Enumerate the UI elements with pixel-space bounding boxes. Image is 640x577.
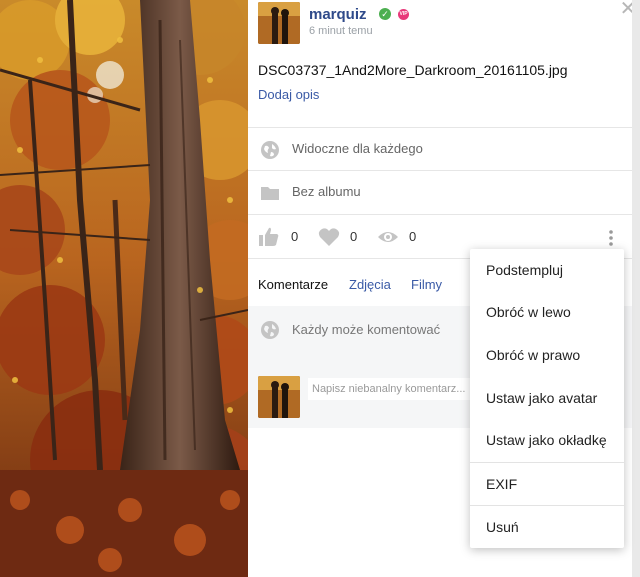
visibility-label: Widoczne dla każdego	[292, 141, 423, 156]
globe-icon	[261, 321, 279, 339]
menu-item-label: Usuń	[486, 519, 519, 535]
tab-videos[interactable]: Filmy	[411, 277, 442, 292]
more-vertical-icon[interactable]	[608, 228, 614, 248]
thumbs-up-icon[interactable]	[258, 226, 280, 248]
photo-view[interactable]	[0, 0, 248, 577]
likes-count: 0	[291, 229, 299, 244]
visibility-row[interactable]: Widoczne dla każdego	[248, 127, 632, 171]
menu-item-label: EXIF	[486, 476, 518, 492]
avatar	[258, 376, 300, 418]
avatar[interactable]	[258, 2, 300, 44]
panel-edge	[632, 0, 640, 577]
check-circle-icon: ✓	[379, 8, 391, 20]
comment-input[interactable]	[308, 378, 478, 400]
add-description-link[interactable]: Dodaj opis	[258, 87, 319, 102]
comment-permission-label: Każdy może komentować	[292, 322, 441, 337]
menu-item-label: Ustaw jako avatar	[486, 390, 598, 406]
photo-filename: DSC03737_1And2More_Darkroom_20161105.jpg	[258, 62, 568, 78]
album-label: Bez albumu	[292, 184, 361, 199]
globe-icon	[261, 141, 279, 159]
menu-item-label: Obróć w prawo	[486, 347, 581, 363]
heart-icon[interactable]	[318, 226, 340, 248]
tab-photos[interactable]: Zdjęcia	[349, 277, 391, 292]
menu-item-stamp[interactable]: Podstempluj	[470, 249, 624, 291]
menu-item-delete[interactable]: Usuń	[470, 506, 624, 548]
vip-badge: VIP	[398, 9, 409, 20]
forest-photo	[0, 0, 248, 577]
username-link[interactable]: marquiz	[309, 6, 367, 23]
folder-icon	[261, 187, 279, 200]
tab-comments[interactable]: Komentarze	[258, 277, 328, 292]
menu-item-set-cover[interactable]: Ustaw jako okładkę	[470, 419, 624, 461]
album-row[interactable]: Bez albumu	[248, 170, 632, 214]
menu-item-exif[interactable]: EXIF	[470, 463, 624, 505]
menu-item-rotate-left[interactable]: Obróć w lewo	[470, 291, 624, 333]
post-time: 6 minut temu	[309, 25, 373, 37]
menu-item-set-avatar[interactable]: Ustaw jako avatar	[470, 377, 624, 419]
views-count: 0	[409, 229, 417, 244]
menu-item-label: Podstempluj	[486, 262, 564, 278]
post-header: marquiz ✓ VIP 6 minut temu ✕	[258, 0, 636, 50]
photo-options-menu: Podstempluj Obróć w lewo Obróć w prawo U…	[470, 249, 624, 548]
menu-item-label: Ustaw jako okładkę	[486, 432, 607, 448]
eye-icon	[378, 232, 398, 242]
hearts-count: 0	[350, 229, 358, 244]
menu-item-rotate-right[interactable]: Obróć w prawo	[470, 334, 624, 376]
menu-item-label: Obróć w lewo	[486, 304, 571, 320]
